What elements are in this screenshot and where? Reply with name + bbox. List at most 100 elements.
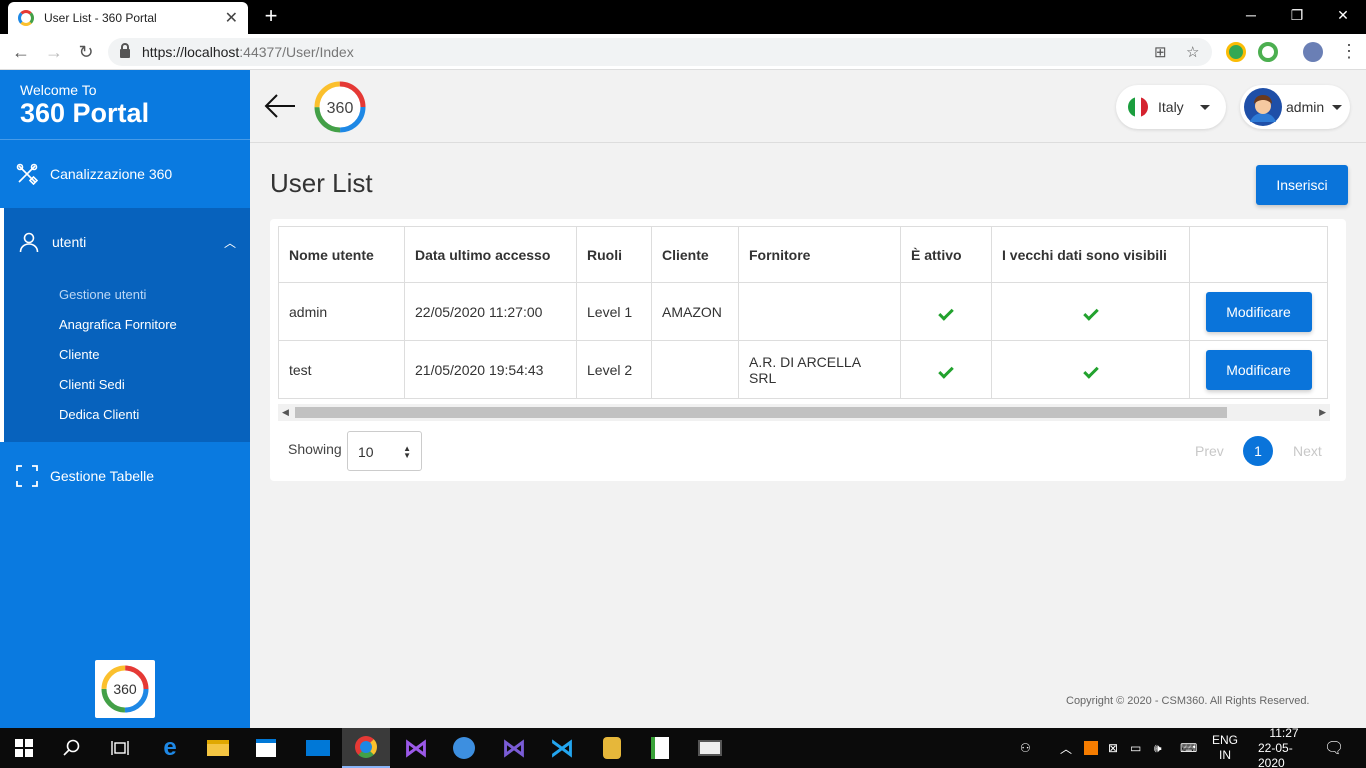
sidebar-item-gestione-tabelle[interactable]: Gestione Tabelle [0, 442, 250, 510]
select-arrows-icon: ▲ ▼ [403, 444, 411, 460]
keyboard-icon[interactable]: ⌨ [1180, 728, 1197, 768]
scroll-left-icon[interactable]: ◀ [282, 407, 289, 418]
back-nav-icon[interactable]: ← [8, 40, 34, 64]
chevron-up-icon: ︿ [223, 235, 236, 250]
mail-icon[interactable] [294, 728, 342, 768]
visual-studio-2-icon[interactable]: ⋈ [490, 728, 538, 768]
sidebar-item-utenti[interactable]: utenti ︿ [4, 208, 250, 276]
next-page-link[interactable]: Next [1293, 443, 1322, 459]
bookmark-star-icon[interactable]: ☆ [1186, 43, 1199, 61]
people-icon[interactable]: ⚇ [1020, 728, 1031, 768]
cell-last-access: 22/05/2020 11:27:00 [404, 282, 577, 341]
sidebar-subitem-clienti-sedi[interactable]: Clienti Sedi [59, 370, 250, 400]
cell-role: Level 2 [576, 340, 652, 399]
language-dropdown[interactable]: Italy [1116, 85, 1226, 129]
check-icon [938, 304, 954, 321]
sidebar-subitem-cliente[interactable]: Cliente [59, 340, 250, 370]
close-window-button[interactable]: ✕ [1320, 0, 1366, 34]
sidebar-subitem-dedica-clienti[interactable]: Dedica Clienti [59, 400, 250, 430]
new-tab-button[interactable]: + [258, 2, 284, 30]
column-header: Nome utente [278, 226, 405, 283]
portal-name: 360 Portal [20, 98, 150, 128]
sidebar-logo-text: 360 [113, 681, 137, 697]
language-indicator[interactable]: ENG IN [1212, 728, 1238, 768]
tab-favicon-icon [18, 10, 34, 26]
cell-role: Level 1 [576, 282, 652, 341]
insert-button[interactable]: Inserisci [1256, 165, 1348, 205]
sidebar-item-canalizzazione[interactable]: Canalizzazione 360 [0, 140, 250, 208]
notepad-icon[interactable] [636, 728, 684, 768]
tools-icon [16, 163, 38, 185]
copyright-footer: Copyright © 2020 - CSM360. All Rights Re… [1066, 695, 1310, 707]
edit-button[interactable]: Modificare [1205, 291, 1312, 332]
address-bar[interactable]: https://localhost:44377/User/Index ⊞ ☆ [108, 38, 1212, 66]
tab-title: User List - 360 Portal [44, 11, 157, 25]
windows-start-icon[interactable] [0, 728, 48, 768]
vscode-icon[interactable]: ⋊ [538, 728, 586, 768]
forward-nav-icon[interactable]: → [41, 40, 67, 64]
cell-user: admin [278, 282, 405, 341]
cell-action: Modificare [1189, 340, 1328, 399]
visual-studio-icon[interactable]: ⋈ [392, 728, 440, 768]
edit-button[interactable]: Modificare [1205, 349, 1312, 390]
scrollbar-thumb[interactable] [295, 407, 1227, 418]
cell-client: AMAZON [651, 282, 739, 341]
extension-icon[interactable] [1226, 42, 1246, 62]
network-icon[interactable]: ▭ [1130, 728, 1141, 768]
database-tool-icon[interactable] [588, 728, 636, 768]
sidebar-subitem-gestione-utenti[interactable]: Gestione utenti [59, 280, 250, 310]
page-size-select[interactable]: 10 ▲ ▼ [347, 431, 422, 471]
search-icon[interactable] [48, 728, 96, 768]
lang-top: ENG [1212, 733, 1239, 747]
user-menu[interactable]: admin [1240, 85, 1350, 129]
volume-icon[interactable]: 🕪 [1154, 728, 1162, 768]
check-icon [1082, 362, 1099, 379]
chrome-icon[interactable] [342, 728, 390, 768]
check-icon [1082, 304, 1099, 321]
page-title: User List [270, 168, 373, 198]
translate-icon[interactable]: ⊞ [1154, 43, 1167, 61]
minimize-button[interactable]: ─ [1228, 0, 1274, 34]
column-header: È attivo [900, 226, 992, 283]
back-arrow-icon[interactable] [264, 92, 296, 125]
browser-tab[interactable]: User List - 360 Portal ✕ [8, 2, 248, 34]
page-number-button[interactable]: 1 [1243, 436, 1273, 466]
close-tab-icon[interactable]: ✕ [225, 8, 238, 28]
sidebar-subitem-anagrafica-fornitore[interactable]: Anagrafica Fornitore [59, 310, 250, 340]
check-icon [938, 362, 954, 379]
header-logo: 360 [313, 80, 367, 134]
edge-icon[interactable]: e [146, 728, 194, 768]
page-size-value: 10 [358, 444, 374, 460]
cell-active [900, 340, 992, 399]
clock[interactable]: 11:27 22-05-2020 [1258, 725, 1310, 768]
column-header: Cliente [651, 226, 739, 283]
cell-user: test [278, 340, 405, 399]
scroll-right-icon[interactable]: ▶ [1319, 407, 1326, 418]
reload-icon[interactable]: ↻ [73, 40, 99, 64]
restore-button[interactable]: ❐ [1274, 0, 1320, 34]
sidebar-item-label: utenti [52, 234, 87, 250]
prev-page-link[interactable]: Prev [1195, 443, 1224, 459]
sidebar: Welcome To 360 Portal Canalizzazione 360… [0, 70, 250, 728]
terminal-icon[interactable] [686, 728, 734, 768]
sidebar-group-utenti: utenti ︿ Gestione utenti Anagrafica Forn… [0, 208, 250, 442]
column-header: Fornitore [738, 226, 901, 283]
cell-supplier [738, 282, 901, 341]
horizontal-scrollbar[interactable]: ◀ ▶ [278, 404, 1330, 421]
cloud-app-icon[interactable] [440, 728, 488, 768]
tray-chevron-up-icon[interactable]: ︿ [1060, 728, 1072, 768]
extension-icon[interactable] [1258, 42, 1278, 62]
sidebar-brand: Welcome To 360 Portal [0, 70, 250, 140]
menu-kebab-icon[interactable]: ⋮ [1336, 39, 1362, 63]
clock-date: 22-05-2020 [1258, 740, 1293, 768]
task-view-icon[interactable] [96, 728, 144, 768]
file-explorer-icon[interactable] [194, 728, 242, 768]
sidebar-logo: 360 [95, 660, 155, 718]
store-icon[interactable] [242, 728, 290, 768]
tray-app-icon[interactable] [1084, 728, 1098, 768]
profile-icon[interactable] [1303, 42, 1323, 62]
frame-icon [16, 465, 38, 487]
clock-time: 11:27 [1269, 725, 1299, 740]
tray-security-icon[interactable]: ⊠ [1108, 728, 1118, 768]
notifications-icon[interactable]: 🗨 [1324, 728, 1344, 768]
